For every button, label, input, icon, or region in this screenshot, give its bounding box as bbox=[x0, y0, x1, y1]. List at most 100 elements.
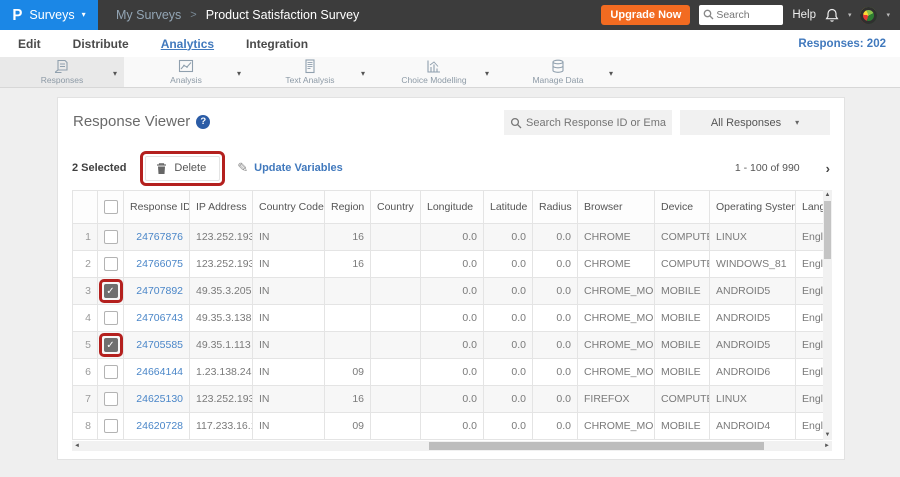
table-row[interactable]: 2 24766075 123.252.193.148 IN 16 0.0 0.0… bbox=[72, 250, 824, 278]
col-country[interactable]: Country bbox=[370, 190, 421, 224]
chevron-down-icon[interactable]: ▾ bbox=[609, 69, 613, 78]
chevron-down-icon[interactable]: ▾ bbox=[113, 69, 117, 78]
row-checkbox[interactable]: ✓ bbox=[103, 284, 118, 298]
tab-distribute[interactable]: Distribute bbox=[73, 37, 129, 51]
cell-region: 16 bbox=[324, 250, 371, 278]
row-number: 1 bbox=[72, 223, 98, 251]
breadcrumb-my-surveys[interactable]: My Surveys bbox=[116, 8, 181, 22]
response-id-link[interactable]: 24706743 bbox=[123, 304, 190, 332]
table-row[interactable]: 7 24625130 123.252.193.148 IN 16 0.0 0.0… bbox=[72, 385, 824, 413]
help-badge-icon[interactable]: ? bbox=[196, 114, 211, 129]
toolbar-item-analysis[interactable]: Analysis ▾ bbox=[124, 57, 248, 87]
bulk-action-bar: 2 Selected Delete ✎ Update Variables 1 -… bbox=[58, 148, 844, 188]
notifications-bell-icon[interactable] bbox=[825, 8, 839, 23]
chevron-down-icon[interactable]: ▾ bbox=[485, 69, 489, 78]
col-browser[interactable]: Browser bbox=[577, 190, 655, 224]
cell-country-code: IN bbox=[252, 250, 325, 278]
col-device[interactable]: Device bbox=[654, 190, 710, 224]
toolbar-item-text-analysis[interactable]: Text Analysis ▾ bbox=[248, 57, 372, 87]
cell-country bbox=[370, 250, 421, 278]
responses-filter-dropdown[interactable]: All Responses ▾ bbox=[680, 110, 830, 135]
pagination: 1 - 100 of 990 › bbox=[735, 161, 830, 176]
row-checkbox[interactable] bbox=[103, 311, 118, 325]
account-caret-icon[interactable]: ▾ bbox=[886, 11, 890, 19]
toolbar-item-choice-modelling[interactable]: Choice Modelling ▾ bbox=[372, 57, 496, 87]
delete-button[interactable]: Delete bbox=[145, 155, 221, 181]
update-variables-button[interactable]: ✎ Update Variables bbox=[237, 160, 343, 176]
horizontal-scrollbar[interactable]: ◄ ► bbox=[72, 441, 832, 451]
cell-country bbox=[370, 412, 421, 440]
response-id-link[interactable]: 24707892 bbox=[123, 277, 190, 305]
checkbox-annotation-highlight: ✓ bbox=[98, 333, 123, 357]
col-radius[interactable]: Radius bbox=[532, 190, 578, 224]
global-search bbox=[699, 5, 784, 25]
response-id-link[interactable]: 24766075 bbox=[123, 250, 190, 278]
tab-analytics[interactable]: Analytics bbox=[161, 37, 214, 51]
row-select-cell bbox=[97, 250, 124, 278]
response-id-link[interactable]: 24664144 bbox=[123, 358, 190, 386]
row-checkbox[interactable] bbox=[103, 392, 118, 406]
row-checkbox[interactable] bbox=[103, 257, 118, 271]
cell-browser: CHROME_MOBILE bbox=[577, 358, 655, 386]
row-checkbox[interactable]: ✓ bbox=[103, 338, 118, 352]
col-operating-system[interactable]: Operating System bbox=[709, 190, 796, 224]
response-id-link[interactable]: 24767876 bbox=[123, 223, 190, 251]
help-link[interactable]: Help bbox=[792, 9, 816, 21]
horizontal-scroll-thumb[interactable] bbox=[429, 442, 764, 450]
cell-device: MOBILE bbox=[654, 412, 710, 440]
row-number: 3 bbox=[72, 277, 98, 305]
col-language[interactable]: Language bbox=[795, 190, 824, 224]
tab-integration[interactable]: Integration bbox=[246, 37, 308, 51]
col-latitude[interactable]: Latitude bbox=[483, 190, 533, 224]
table-row[interactable]: 3 ✓ 24707892 49.35.3.205 IN 0.0 0.0 0.0 … bbox=[72, 277, 824, 305]
toolbar-label: Responses bbox=[40, 75, 84, 85]
vertical-scrollbar[interactable]: ▲ ▼ bbox=[823, 190, 832, 440]
scroll-down-icon[interactable]: ▼ bbox=[823, 430, 832, 440]
scroll-up-icon[interactable]: ▲ bbox=[823, 190, 832, 200]
row-checkbox[interactable] bbox=[103, 419, 118, 433]
col-country-code[interactable]: Country Code bbox=[252, 190, 325, 224]
response-id-link[interactable]: 24705585 bbox=[123, 331, 190, 359]
col-ip-address[interactable]: IP Address bbox=[189, 190, 253, 224]
tab-edit[interactable]: Edit bbox=[18, 37, 41, 51]
table-row[interactable]: 6 24664144 1.23.138.24 IN 09 0.0 0.0 0.0… bbox=[72, 358, 824, 386]
row-checkbox[interactable] bbox=[103, 230, 118, 244]
scroll-left-icon[interactable]: ◄ bbox=[72, 441, 82, 451]
cell-browser: CHROME_MOBILE bbox=[577, 331, 655, 359]
response-id-link[interactable]: 24625130 bbox=[123, 385, 190, 413]
chevron-down-icon[interactable]: ▾ bbox=[361, 69, 365, 78]
col-response-id[interactable]: Response ID▲ bbox=[123, 190, 190, 224]
response-id-link[interactable]: 24620728 bbox=[123, 412, 190, 440]
select-all-checkbox[interactable] bbox=[103, 200, 118, 214]
table-row[interactable]: 5 ✓ 24705585 49.35.1.113 IN 0.0 0.0 0.0 … bbox=[72, 331, 824, 359]
scroll-right-icon[interactable]: ► bbox=[822, 441, 832, 451]
selected-count: 2 Selected bbox=[72, 162, 127, 174]
col-region[interactable]: Region bbox=[324, 190, 371, 224]
search-icon bbox=[510, 117, 522, 129]
response-search-input[interactable] bbox=[504, 110, 672, 135]
user-avatar[interactable] bbox=[860, 6, 878, 24]
cell-radius: 0.0 bbox=[532, 385, 578, 413]
cell-browser: FIREFOX bbox=[577, 385, 655, 413]
product-switcher[interactable]: P Surveys ▾ bbox=[0, 0, 98, 30]
table-row[interactable]: 8 24620728 117.233.16.177 IN 09 0.0 0.0 … bbox=[72, 412, 824, 440]
cell-country bbox=[370, 223, 421, 251]
row-checkbox[interactable] bbox=[103, 365, 118, 379]
cell-language: English bbox=[795, 412, 824, 440]
toolbar-item-manage-data[interactable]: Manage Data ▾ bbox=[496, 57, 620, 87]
pencil-icon: ✎ bbox=[237, 160, 249, 175]
breadcrumb-current-survey: Product Satisfaction Survey bbox=[205, 8, 360, 22]
cell-operating-system: ANDROID5 bbox=[709, 331, 796, 359]
cell-longitude: 0.0 bbox=[420, 385, 484, 413]
page-title-text: Response Viewer bbox=[73, 113, 191, 130]
toolbar-item-responses[interactable]: Responses ▾ bbox=[0, 57, 124, 87]
vertical-scroll-thumb[interactable] bbox=[824, 201, 831, 259]
table-row[interactable]: 1 24767876 123.252.193.148 IN 16 0.0 0.0… bbox=[72, 223, 824, 251]
notifications-caret-icon[interactable]: ▾ bbox=[848, 11, 852, 19]
upgrade-now-button[interactable]: Upgrade Now bbox=[601, 5, 691, 25]
row-select-cell bbox=[97, 223, 124, 251]
col-longitude[interactable]: Longitude bbox=[420, 190, 484, 224]
chevron-down-icon[interactable]: ▾ bbox=[237, 69, 241, 78]
table-row[interactable]: 4 24706743 49.35.3.138 IN 0.0 0.0 0.0 CH… bbox=[72, 304, 824, 332]
next-page-chevron-icon[interactable]: › bbox=[826, 161, 830, 176]
